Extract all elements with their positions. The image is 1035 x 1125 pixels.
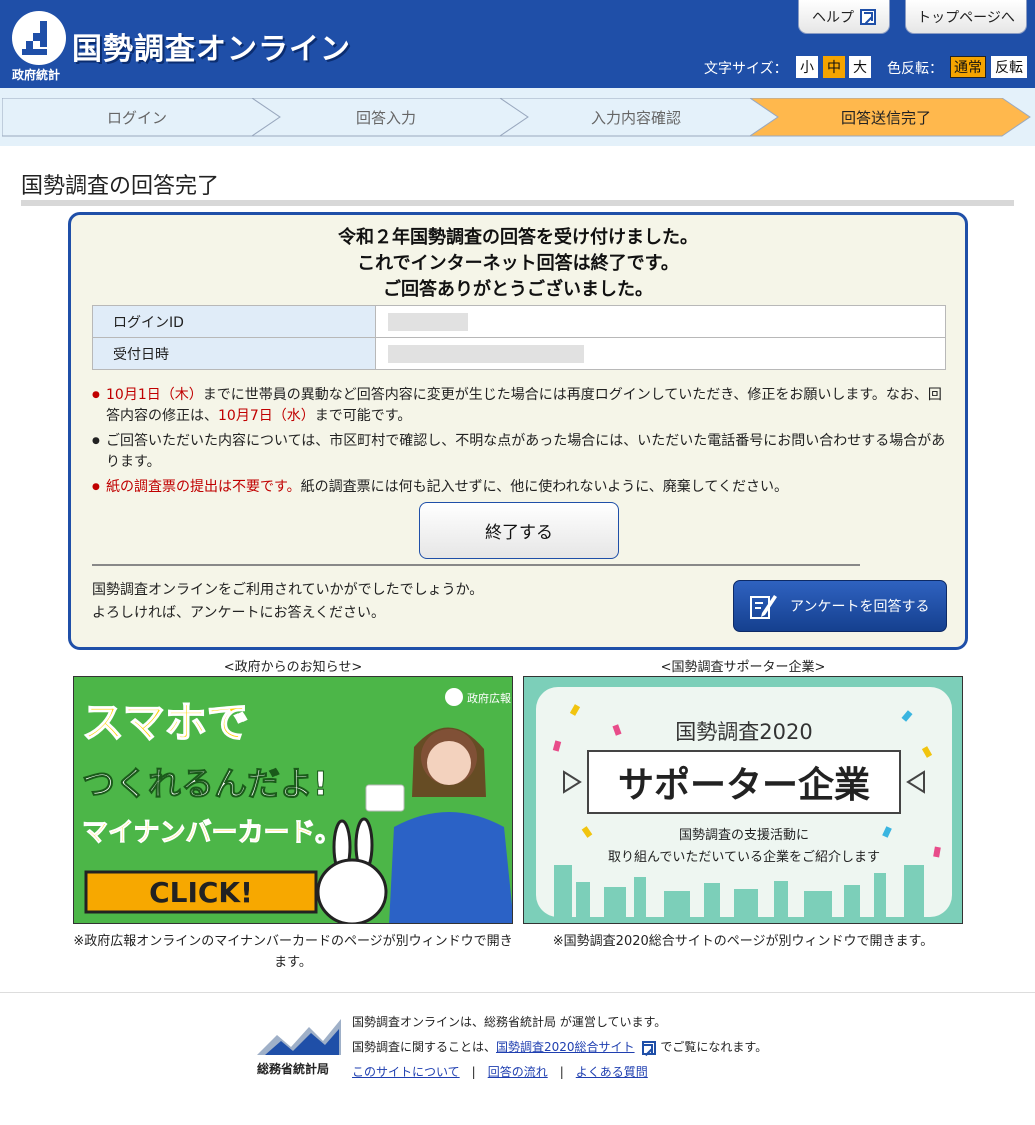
banner-badge: 政府広報 xyxy=(467,691,511,705)
supporter-sub-1: 国勢調査の支援活動に xyxy=(679,828,809,843)
logo-subtitle: 政府統計 xyxy=(12,68,61,82)
statistics-bureau-logo-icon xyxy=(257,1019,341,1055)
supporter-companies-note: ※国勢調査2020総合サイトのページが別ウィンドウで開きます。 xyxy=(552,934,934,949)
received-datetime-label: 受付日時 xyxy=(92,337,376,370)
supporter-companies-caption: <国勢調査サポーター企業> xyxy=(660,660,826,675)
government-pr-logo-icon xyxy=(445,688,463,706)
external-link-icon xyxy=(642,1040,657,1055)
list-item: 10月1日（木）までに世帯員の異動など回答内容に変更が生じた場合には再度ログイン… xyxy=(92,385,946,427)
completion-message-2: これでインターネット回答は終了です。 xyxy=(357,253,679,274)
site-title[interactable]: 国勢調査オンライン xyxy=(72,24,351,68)
list-item: 紙の調査票の提出は不要です。紙の調査票には何も記入せずに、他に使われないように、… xyxy=(92,477,946,498)
title-divider xyxy=(21,200,1014,206)
font-size-medium-button[interactable]: 中 xyxy=(823,56,845,78)
color-invert-label: 色反転： xyxy=(887,61,943,77)
survey-prompt-line-2: よろしければ、アンケートにお答えください。 xyxy=(92,605,386,621)
supporter-companies-banner[interactable]: 国勢調査2020 サポーター企業 国勢調査の支援活動に 取り組んでいただいている… xyxy=(523,676,963,924)
my-number-card-banner-art: 政府広報 スマホで つくれるんだよ! マイナンバーカード。 CLICK! xyxy=(74,677,512,923)
faq-link[interactable]: よくある質問 xyxy=(576,1065,648,1079)
font-size-large-button[interactable]: 大 xyxy=(849,56,871,78)
step-label-3: 入力内容確認 xyxy=(591,109,681,127)
my-number-card-banner[interactable]: 政府広報 スマホで つくれるんだよ! マイナンバーカード。 CLICK! xyxy=(73,676,513,924)
banner-cta: CLICK! xyxy=(149,876,253,909)
notice-list: 10月1日（木）までに世帯員の異動など回答内容に変更が生じた場合には再度ログイン… xyxy=(92,385,946,502)
survey-button-label: アンケートを回答する xyxy=(790,599,930,615)
supporter-sub-2: 取り組んでいただいている企業をご紹介します xyxy=(608,849,880,865)
my-number-card-note: ※政府広報オンラインのマイナンバーカードのページが別ウィンドウで開きます。 xyxy=(73,934,513,970)
redacted-value xyxy=(388,344,584,363)
footer-logo-text: 総務省統計局 xyxy=(257,1062,330,1076)
footer-separator: | xyxy=(559,1065,564,1079)
page-title: 国勢調査の回答完了 xyxy=(21,174,220,199)
table-row: ログインID xyxy=(92,305,946,338)
top-page-label: トップページへ xyxy=(917,9,1015,26)
list-item: ご回答いただいた内容については、市区町村で確認し、不明な点があった場合には、いた… xyxy=(92,431,946,473)
color-reverse-button[interactable]: 反転 xyxy=(991,56,1027,78)
footer-site-info: 国勢調査に関することは、国勢調査2020総合サイト でご覧になれます。 xyxy=(352,1040,768,1055)
pencil-form-icon xyxy=(750,595,777,619)
progress-steps: ログイン 回答入力 入力内容確認 回答送信完了 xyxy=(2,98,1031,137)
census-2020-site-link[interactable]: 国勢調査2020総合サイト xyxy=(496,1040,635,1054)
login-id-label: ログインID xyxy=(92,305,376,338)
footer-operator-text: 国勢調査オンラインは、総務省統計局 が運営しています。 xyxy=(352,1015,667,1029)
table-row: 受付日時 xyxy=(92,337,946,370)
government-notice-caption: <政府からのお知らせ> xyxy=(223,660,363,675)
color-normal-button[interactable]: 通常 xyxy=(950,56,986,78)
finish-button[interactable]: 終了する xyxy=(419,502,619,559)
banner-line-1: スマホで xyxy=(82,698,249,747)
header: 政府統計 国勢調査オンライン ヘルプ トップページへ 文字サイズ： 小 中 大 … xyxy=(0,0,1035,88)
receipt-info-table: ログインID 受付日時 xyxy=(92,305,946,370)
font-size-small-button[interactable]: 小 xyxy=(796,56,818,78)
completion-message-3: ご回答ありがとうございました。 xyxy=(383,279,653,300)
login-id-value xyxy=(375,305,946,338)
survey-prompt: 国勢調査オンラインをご利用されていかがでしたでしょうか。 よろしければ、アンケー… xyxy=(92,579,483,625)
completion-message-1: 令和２年国勢調査の回答を受け付けました。 xyxy=(338,227,698,248)
top-page-button[interactable]: トップページへ xyxy=(905,0,1027,34)
footer-links: このサイトについて | 回答の流れ | よくある質問 xyxy=(352,1063,648,1080)
supporter-heading: 国勢調査2020 xyxy=(675,720,812,744)
font-size-label: 文字サイズ： xyxy=(704,61,788,77)
help-button[interactable]: ヘルプ xyxy=(798,0,890,34)
panel-divider xyxy=(92,564,860,566)
step-label-4: 回答送信完了 xyxy=(841,109,931,127)
answer-flow-link[interactable]: 回答の流れ xyxy=(488,1065,548,1079)
step-label-1: ログイン xyxy=(107,109,167,127)
received-datetime-value xyxy=(375,337,946,370)
government-statistics-logo-icon xyxy=(12,11,66,65)
banner-line-3: マイナンバーカード。 xyxy=(82,818,341,848)
step-label-2: 回答入力 xyxy=(356,109,416,127)
completion-panel: 令和２年国勢調査の回答を受け付けました。 これでインターネット回答は終了です。 … xyxy=(68,212,968,650)
survey-button[interactable]: アンケートを回答する xyxy=(733,580,947,632)
supporter-companies-banner-art: 国勢調査2020 サポーター企業 国勢調査の支援活動に 取り組んでいただいている… xyxy=(524,677,962,923)
redacted-value xyxy=(388,312,468,331)
footer-divider xyxy=(0,992,1035,993)
banner-line-2: つくれるんだよ! xyxy=(82,764,328,803)
footer-separator: | xyxy=(471,1065,476,1079)
survey-prompt-line-1: 国勢調査オンラインをご利用されていかがでしたでしょうか。 xyxy=(92,582,484,598)
external-link-icon xyxy=(860,8,876,25)
about-site-link[interactable]: このサイトについて xyxy=(352,1065,460,1079)
help-label: ヘルプ xyxy=(812,9,854,26)
supporter-title: サポーター企業 xyxy=(618,764,870,806)
